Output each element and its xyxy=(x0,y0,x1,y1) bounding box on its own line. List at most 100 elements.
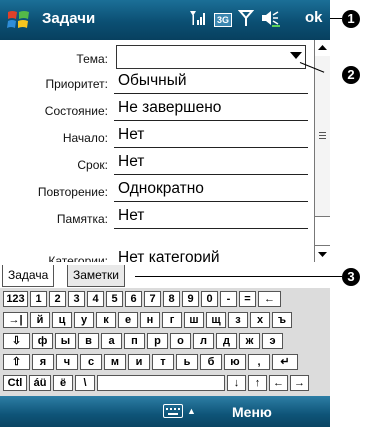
keyboard-key[interactable]: н xyxy=(140,312,160,328)
keyboard-key[interactable]: о xyxy=(170,333,191,349)
keyboard-key[interactable]: →| xyxy=(3,312,28,328)
keyboard-key[interactable]: \ xyxy=(75,375,95,391)
keyboard-key[interactable]: э xyxy=(262,333,283,349)
keyboard-key[interactable]: д xyxy=(216,333,237,349)
field-value[interactable]: Нет категорий xyxy=(114,246,308,262)
keyboard-key[interactable]: и xyxy=(128,354,150,370)
keyboard-key[interactable]: ы xyxy=(55,333,76,349)
keyboard-key[interactable]: с xyxy=(80,354,102,370)
scrollbar-thumb[interactable] xyxy=(315,56,330,217)
keyboard-key[interactable]: ё xyxy=(53,375,73,391)
network-3g-icon[interactable]: 3G xyxy=(214,13,233,27)
tab-notes[interactable]: Заметки xyxy=(67,265,125,287)
keyboard-key[interactable]: ъ xyxy=(272,312,292,328)
keyboard-key[interactable]: 7 xyxy=(144,291,161,307)
keyboard-key[interactable]: 3 xyxy=(68,291,85,307)
keyboard-key[interactable]: п xyxy=(124,333,145,349)
keyboard-key[interactable]: я xyxy=(32,354,54,370)
keyboard-key[interactable]: 9 xyxy=(182,291,199,307)
field-value[interactable]: Нет xyxy=(114,123,308,148)
keyboard-key[interactable]: ж xyxy=(239,333,260,349)
field-value[interactable]: Нет xyxy=(114,204,308,229)
app-title: Задачи xyxy=(42,10,96,27)
scroll-down-button[interactable] xyxy=(315,245,330,262)
vertical-scrollbar[interactable] xyxy=(314,40,330,262)
keyboard-key[interactable]: х xyxy=(250,312,270,328)
field-subject: Тема: xyxy=(0,42,314,69)
keyboard-key[interactable]: 8 xyxy=(163,291,180,307)
keyboard-key[interactable]: м xyxy=(104,354,126,370)
keyboard-key[interactable]: ← xyxy=(269,375,288,391)
keyboard-key[interactable]: а xyxy=(101,333,122,349)
volume-icon[interactable] xyxy=(260,8,281,33)
keyboard-key[interactable]: 1 xyxy=(30,291,47,307)
keyboard-key[interactable]: ⇩ xyxy=(3,333,30,349)
chevron-down-icon[interactable] xyxy=(290,52,302,59)
keyboard-key[interactable]: щ xyxy=(206,312,226,328)
keyboard-key[interactable]: у xyxy=(74,312,94,328)
tab-task[interactable]: Задача xyxy=(2,265,55,287)
keyboard-key[interactable]: р xyxy=(147,333,168,349)
field-value[interactable]: Обычный xyxy=(114,69,308,94)
field-status[interactable]: Состояние: Не завершено xyxy=(0,94,314,121)
start-menu-icon[interactable] xyxy=(6,8,32,32)
scroll-up-button[interactable] xyxy=(315,40,330,57)
keyboard-key[interactable]: к xyxy=(96,312,116,328)
field-categories[interactable]: Категории: Нет категорий xyxy=(0,244,314,262)
keyboard-key[interactable]: б xyxy=(200,354,222,370)
signal-strength-icon[interactable] xyxy=(188,8,208,33)
keyboard-key[interactable]: ч xyxy=(56,354,78,370)
keyboard-key[interactable]: 5 xyxy=(106,291,123,307)
field-reminder[interactable]: Памятка: Нет xyxy=(0,202,314,229)
keyboard-key[interactable]: - xyxy=(220,291,237,307)
keyboard-key[interactable]: áü xyxy=(29,375,51,391)
keyboard-key[interactable]: г xyxy=(162,312,182,328)
keyboard-key[interactable]: 2 xyxy=(49,291,66,307)
menu-button[interactable]: Меню xyxy=(232,404,272,420)
keyboard-key[interactable]: й xyxy=(30,312,50,328)
keyboard-key[interactable]: е xyxy=(118,312,138,328)
task-form: Тема: Приоритет: Обычный Состояние: Не з… xyxy=(0,40,314,262)
keyboard-key[interactable]: 123 xyxy=(3,291,28,307)
keyboard-key[interactable]: л xyxy=(193,333,214,349)
field-recurrence[interactable]: Повторение: Однократно xyxy=(0,175,314,202)
keyboard-key[interactable]: ь xyxy=(176,354,198,370)
chevron-up-icon[interactable]: ▲ xyxy=(187,406,196,416)
subject-input[interactable] xyxy=(116,45,306,69)
field-start[interactable]: Начало: Нет xyxy=(0,121,314,148)
grip-line xyxy=(319,138,326,139)
keyboard-key[interactable]: 0 xyxy=(201,291,218,307)
keyboard-key[interactable]: ш xyxy=(184,312,204,328)
keyboard-key[interactable]: ↑ xyxy=(248,375,267,391)
callout-line xyxy=(135,276,342,277)
keyboard-key[interactable]: ↵ xyxy=(272,354,298,370)
ok-button[interactable]: ok xyxy=(305,9,323,26)
field-label: Приоритет: xyxy=(45,77,108,91)
field-label: Категории: xyxy=(48,254,108,262)
antenna-icon[interactable] xyxy=(237,8,255,33)
keyboard-key[interactable]: , xyxy=(248,354,270,370)
keyboard-key[interactable]: 4 xyxy=(87,291,104,307)
field-value[interactable]: Не завершено xyxy=(114,96,308,121)
keyboard-key[interactable]: ю xyxy=(224,354,246,370)
keyboard-key[interactable]: ⇧ xyxy=(3,354,30,370)
keyboard-key[interactable]: в xyxy=(78,333,99,349)
keyboard-key[interactable]: → xyxy=(290,375,309,391)
field-due[interactable]: Срок: Нет xyxy=(0,148,314,175)
title-bar: Задачи 3G ok xyxy=(0,0,330,40)
keyboard-key[interactable]: ф xyxy=(32,333,53,349)
space-key[interactable] xyxy=(97,375,225,391)
field-value[interactable]: Нет xyxy=(114,150,308,175)
keyboard-key[interactable]: т xyxy=(152,354,174,370)
keyboard-key[interactable]: Ctl xyxy=(3,375,27,391)
keyboard-key[interactable]: з xyxy=(228,312,248,328)
keyboard-icon[interactable] xyxy=(163,404,183,418)
keyboard-key[interactable]: = xyxy=(239,291,256,307)
keyboard-key[interactable]: ← xyxy=(258,291,281,307)
field-value[interactable]: Однократно xyxy=(114,177,308,202)
field-label: Состояние: xyxy=(44,104,108,118)
keyboard-key[interactable]: ↓ xyxy=(227,375,246,391)
keyboard-key[interactable]: ц xyxy=(52,312,72,328)
keyboard-key[interactable]: 6 xyxy=(125,291,142,307)
field-priority[interactable]: Приоритет: Обычный xyxy=(0,67,314,94)
